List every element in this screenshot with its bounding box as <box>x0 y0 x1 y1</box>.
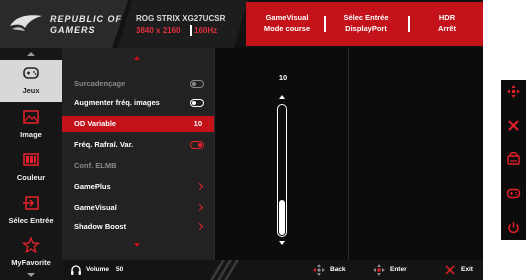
submenu-panel <box>348 48 483 260</box>
menu-item-label: Surcadençage <box>74 79 126 88</box>
status-input-value: DisplayPort <box>345 24 387 33</box>
menu-scroll-down-icon[interactable] <box>134 243 140 247</box>
status-input-label: Sélec Entrée <box>343 13 389 22</box>
exit-label: Exit <box>461 266 473 273</box>
sidebar-item-label: Image <box>20 130 42 139</box>
menu-scroll-up-icon[interactable] <box>134 56 140 60</box>
od-variable-slider[interactable] <box>277 104 287 237</box>
status-gamevisual-value: Mode course <box>263 24 311 33</box>
back-label: Back <box>330 266 346 273</box>
sidebar-item-image[interactable]: Image <box>0 104 62 146</box>
headphone-icon <box>71 265 81 275</box>
menu-panel: Surcadençage Augmenter fréq. images OD V… <box>62 48 214 260</box>
hardware-key-strip <box>501 80 526 240</box>
menu-item-freq-rafrai-var[interactable]: Fréq. Rafraî. Var. <box>62 137 214 153</box>
status-divider <box>324 16 326 32</box>
menu-item-label: Shadow Boost <box>74 222 127 231</box>
slider-value: 10 <box>278 73 288 82</box>
sidebar-item-jeux[interactable]: Jeux <box>0 60 62 102</box>
sidebar-item-myfavorite[interactable]: MyFavorite <box>0 232 62 274</box>
menu-item-gameplus[interactable]: GamePlus <box>62 179 214 195</box>
enter-label: Enter <box>390 266 407 273</box>
footer-decoration <box>210 260 239 280</box>
chevron-right-icon <box>195 182 204 191</box>
chevron-right-icon <box>195 203 204 212</box>
sidebar-item-label: MyFavorite <box>11 258 51 267</box>
joystick-enter-icon <box>373 264 385 276</box>
input-select-icon <box>23 196 39 210</box>
gamevisual-icon[interactable] <box>506 152 521 167</box>
slider-increase-icon[interactable] <box>279 95 285 99</box>
brand-line1: REPUBLIC OF <box>50 14 123 24</box>
sidebar-item-label: Couleur <box>16 173 46 182</box>
power-icon[interactable] <box>506 220 521 235</box>
image-icon <box>23 110 39 124</box>
brand-line2: GAMERS <box>50 25 96 35</box>
joystick-back-icon <box>313 264 325 276</box>
color-bars-icon <box>23 153 39 166</box>
menu-item-augmenter-freq-images[interactable]: Augmenter fréq. images <box>62 95 214 111</box>
menu-item-value: 10 <box>193 119 202 128</box>
rog-logo: REPUBLIC OF GAMERS <box>0 0 128 48</box>
status-gamevisual-label: GameVisual <box>265 13 309 22</box>
status-hdr-label: HDR <box>438 13 456 22</box>
star-icon <box>22 237 40 253</box>
header: REPUBLIC OF GAMERS ROG STRIX XG27UCSR 38… <box>0 0 483 48</box>
sidebar-item-label: Sélec Entrée <box>8 216 54 225</box>
menu-item-label: GameVisual <box>74 203 117 212</box>
rog-eye-icon <box>10 15 42 31</box>
slider-fill <box>279 199 285 235</box>
model-divider <box>190 25 192 36</box>
menu-item-label: Conf. ELMB <box>74 161 117 170</box>
sidebar-item-selec-entree[interactable]: Sélec Entrée <box>0 190 62 232</box>
sidebar-scroll-down-icon[interactable] <box>27 273 35 277</box>
close-icon <box>445 265 455 275</box>
model-info <box>118 0 248 48</box>
toggle-off-icon[interactable] <box>190 80 204 88</box>
status-gamevisual: GameVisual Mode course <box>252 12 322 34</box>
gamepad-icon[interactable] <box>506 186 521 201</box>
chevron-right-icon <box>195 222 204 231</box>
menu-item-label: GamePlus <box>74 182 111 191</box>
menu-item-label: Augmenter fréq. images <box>74 98 160 107</box>
model-resolution: 3840 x 2160 <box>136 26 181 35</box>
menu-item-surcadencage[interactable]: Surcadençage <box>62 76 214 92</box>
joystick-icon[interactable] <box>506 84 521 99</box>
sidebar-scroll-up-icon[interactable] <box>27 52 35 56</box>
menu-item-conf-elmb[interactable]: Conf. ELMB <box>62 158 214 174</box>
menu-item-od-variable[interactable]: OD Variable 10 <box>62 116 214 132</box>
menu-item-label: Fréq. Rafraî. Var. <box>74 140 134 149</box>
menu-item-shadow-boost[interactable]: Shadow Boost <box>62 219 214 235</box>
gamepad-icon <box>23 67 39 79</box>
status-bar: GameVisual Mode course Sélec Entrée Disp… <box>246 2 483 46</box>
status-input: Sélec Entrée DisplayPort <box>328 12 404 34</box>
menu-item-label: OD Variable <box>74 119 117 128</box>
close-icon[interactable] <box>506 118 521 133</box>
footer: Volume 50 Back Enter Exit <box>62 260 483 280</box>
osd-window: REPUBLIC OF GAMERS ROG STRIX XG27UCSR 38… <box>0 0 483 280</box>
value-panel: 10 <box>214 48 348 260</box>
toggle-off-icon[interactable] <box>190 99 204 107</box>
toggle-on-icon[interactable] <box>190 141 204 149</box>
slider-decrease-icon[interactable] <box>279 241 285 245</box>
model-refresh-rate: 160Hz <box>194 26 218 35</box>
model-name: ROG STRIX XG27UCSR <box>136 14 226 23</box>
sidebar: Jeux Image Couleur Sélec Entrée MyFavori… <box>0 48 62 280</box>
volume-label: Volume <box>86 266 109 273</box>
status-hdr-value: Arrêt <box>438 24 456 33</box>
sidebar-item-couleur[interactable]: Couleur <box>0 147 62 189</box>
volume-value: 50 <box>116 266 124 273</box>
status-hdr: HDR Arrêt <box>414 12 480 34</box>
sidebar-item-label: Jeux <box>22 86 40 95</box>
menu-item-gamevisual[interactable]: GameVisual <box>62 200 214 216</box>
status-divider <box>408 16 410 32</box>
